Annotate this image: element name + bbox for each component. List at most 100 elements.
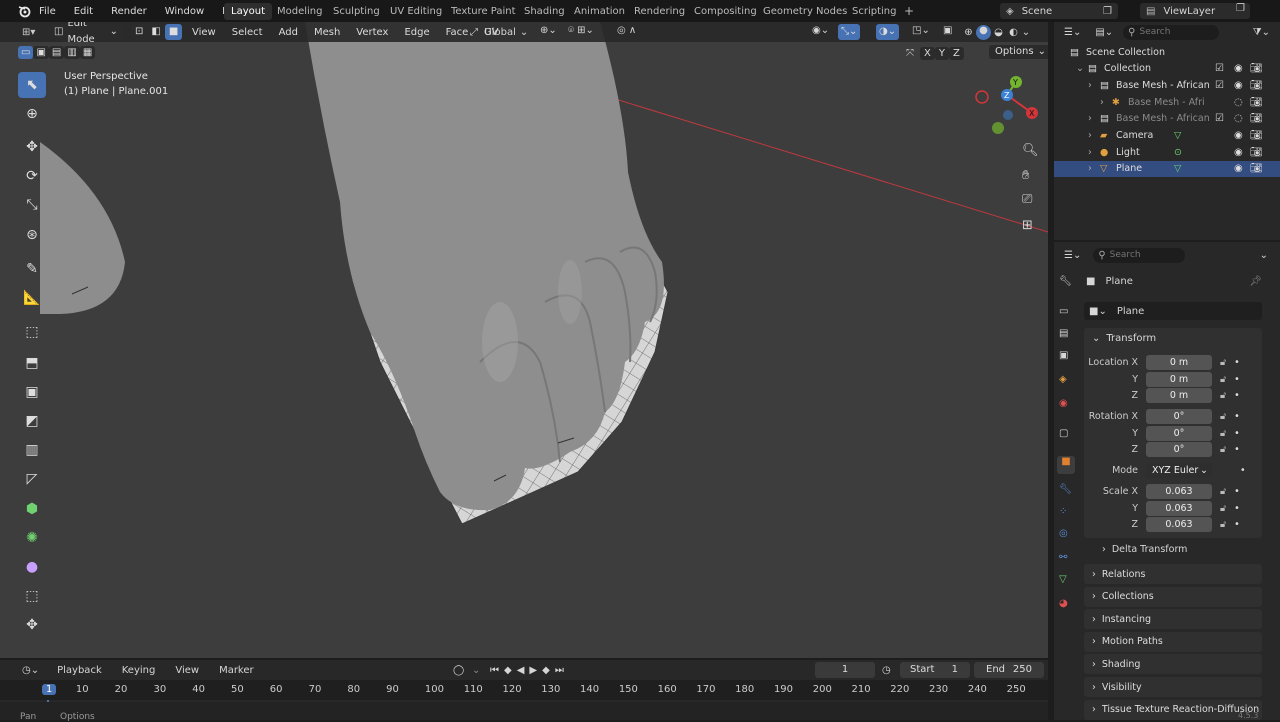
mode-selector[interactable]: ◫ Edit Mode ⌄: [48, 22, 124, 45]
editor-type-icon[interactable]: ⊞▾: [22, 27, 35, 38]
vertex-select-icon[interactable]: ⊡: [131, 24, 148, 40]
transform-header[interactable]: ⌄ Transform: [1084, 328, 1262, 348]
tab-shading[interactable]: Shading: [517, 3, 572, 20]
current-frame-field[interactable]: 1: [815, 662, 875, 678]
object-data-icon[interactable]: ⊙: [1174, 147, 1182, 158]
render-camera-icon[interactable]: 📷︎: [1250, 147, 1263, 158]
overlays-toggle-icon[interactable]: ◑⌄: [876, 24, 900, 40]
select-extend-icon[interactable]: ▣: [33, 45, 49, 59]
scene-tab-icon[interactable]: ◈: [1059, 374, 1067, 385]
play-icon[interactable]: ▶: [529, 665, 537, 676]
disclosure-icon[interactable]: ›: [1088, 113, 1092, 124]
render-camera-icon[interactable]: 📷︎: [1250, 97, 1263, 108]
scale-z-field[interactable]: 0.063: [1146, 517, 1212, 532]
panel-relations[interactable]: › Relations: [1084, 564, 1262, 584]
cursor-tool[interactable]: ⊕: [18, 101, 46, 127]
render-camera-icon[interactable]: 📷︎: [1250, 163, 1263, 174]
outliner-row-base-mesh-african[interactable]: › ▤ Base Mesh - African ☑ ◉ 📷︎: [1054, 77, 1280, 93]
rotation-z-field[interactable]: 0°: [1146, 442, 1212, 457]
shrink-fatten-tool[interactable]: ✥: [18, 612, 46, 638]
editor-type-icon[interactable]: ☰⌄: [1064, 250, 1081, 261]
modifier-tab-icon[interactable]: 🔧︎: [1059, 484, 1072, 495]
disclosure-icon[interactable]: ›: [1088, 147, 1092, 158]
menu-view[interactable]: View: [184, 27, 224, 38]
timeline-menu-playback[interactable]: Playback: [57, 665, 102, 676]
add-workspace-button[interactable]: +: [897, 3, 921, 20]
display-mode-icon[interactable]: ▤⌄: [1095, 27, 1113, 38]
spin-tool[interactable]: ✺: [18, 525, 46, 551]
tab-uv-editing[interactable]: UV Editing: [383, 3, 449, 20]
outliner-row-scene-collection[interactable]: ▤ Scene Collection: [1054, 44, 1280, 60]
visibility-eye-icon[interactable]: ◉: [1234, 147, 1243, 158]
location-z-keyframe-icon[interactable]: •: [1234, 390, 1240, 401]
pan-hand-icon[interactable]: ✋︎: [1022, 168, 1029, 183]
outliner-search[interactable]: ⚲: [1123, 24, 1220, 40]
pivot-icon[interactable]: ⊕⌄: [540, 25, 557, 36]
outliner-row-plane[interactable]: › ▽ Plane ◉ 📷︎ ▽: [1054, 160, 1280, 177]
scale-tool[interactable]: ⤡: [18, 192, 46, 218]
view-layer-tab-icon[interactable]: ▣: [1059, 350, 1068, 361]
panel-visibility[interactable]: › Visibility: [1084, 677, 1262, 697]
disclosure-icon[interactable]: ›: [1088, 163, 1092, 174]
rotate-tool[interactable]: ⟳: [18, 163, 46, 189]
inset-tool[interactable]: ▣: [18, 379, 46, 405]
tab-compositing[interactable]: Compositing: [687, 3, 764, 20]
mesh-edit-overlay-icon[interactable]: ◳⌄: [912, 25, 930, 36]
location-x-keyframe-icon[interactable]: •: [1234, 357, 1240, 368]
visibility-eye-icon[interactable]: ◉: [1234, 63, 1243, 74]
playhead[interactable]: 1: [42, 684, 57, 695]
disclosure-icon[interactable]: ⌄: [1076, 63, 1084, 74]
scale-x-field[interactable]: 0.063: [1146, 484, 1212, 499]
add-cube-tool[interactable]: ⬚: [18, 319, 46, 345]
scale-x-lock-icon[interactable]: 🔓︎: [1220, 486, 1226, 497]
outliner-row-collection[interactable]: ⌄ ▤ Collection ☑ ◉ 📷︎: [1054, 61, 1280, 77]
tool-tab-icon[interactable]: 🔧︎: [1059, 276, 1072, 287]
collection-tab-icon[interactable]: ▢: [1059, 428, 1068, 439]
xray-icon[interactable]: ▣: [943, 25, 952, 36]
location-x-lock-icon[interactable]: 🔓︎: [1220, 357, 1226, 368]
start-frame-field[interactable]: Start 1: [900, 662, 970, 678]
tab-geometry-nodes[interactable]: Geometry Nodes: [756, 3, 854, 20]
tab-rendering[interactable]: Rendering: [627, 3, 692, 20]
rotation-mode-select[interactable]: XYZ Euler ⌄: [1146, 463, 1212, 478]
rotation-x-lock-icon[interactable]: 🔓︎: [1220, 411, 1226, 422]
tab-sculpting[interactable]: Sculpting: [326, 3, 387, 20]
select-intersect-icon[interactable]: ▦: [79, 45, 96, 59]
zoom-icon[interactable]: 🔍︎: [1022, 143, 1039, 158]
scene-copy-icon[interactable]: ❐: [1103, 6, 1112, 17]
jump-end-icon[interactable]: ⏭: [555, 665, 564, 676]
object-datablock[interactable]: ■⌄ Plane: [1084, 302, 1262, 320]
tab-texture-paint[interactable]: Texture Paint: [444, 3, 523, 20]
outliner-row-light[interactable]: › ● Light ◉ 📷︎ ⊙: [1054, 144, 1280, 160]
rotation-y-keyframe-icon[interactable]: •: [1234, 428, 1240, 439]
disclosure-icon[interactable]: ›: [1100, 97, 1104, 108]
tab-scripting[interactable]: Scripting: [845, 3, 903, 20]
render-camera-icon[interactable]: 📷︎: [1250, 80, 1263, 91]
select-box-tool[interactable]: ⬉: [18, 72, 46, 98]
location-y-field[interactable]: 0 m: [1146, 372, 1212, 387]
location-z-field[interactable]: 0 m: [1146, 388, 1212, 403]
outliner-row-camera[interactable]: › ▰ Camera ◉ 📷︎ ▽: [1054, 128, 1280, 144]
scale-x-keyframe-icon[interactable]: •: [1234, 486, 1240, 497]
menu-render[interactable]: Render: [102, 6, 156, 17]
face-select-icon[interactable]: ■: [164, 24, 183, 40]
timeline-menu-view[interactable]: View: [175, 665, 199, 676]
gizmo-toggle-icon[interactable]: ⤡⌄: [838, 24, 861, 40]
filter-icon[interactable]: ⧩⌄: [1253, 27, 1270, 38]
visibility-icon[interactable]: ◉⌄: [812, 25, 829, 36]
rotation-y-lock-icon[interactable]: 🔓︎: [1220, 428, 1226, 439]
visibility-eye-icon[interactable]: ◌: [1234, 113, 1243, 124]
bevel-tool[interactable]: ◩: [18, 408, 46, 434]
rotation-z-keyframe-icon[interactable]: •: [1234, 444, 1240, 455]
mirror-x-button[interactable]: X: [920, 46, 935, 60]
menu-vertex[interactable]: Vertex: [348, 27, 396, 38]
3d-viewport[interactable]: Y Z X ⊞▾ ◫ Edit Mode ⌄ ⊡ ◧ ■ View Select A…: [0, 22, 1048, 658]
location-y-keyframe-icon[interactable]: •: [1234, 374, 1240, 385]
chevron-down-icon[interactable]: ⌄: [1021, 27, 1031, 38]
location-y-lock-icon[interactable]: 🔓︎: [1220, 374, 1226, 385]
edge-select-icon[interactable]: ◧: [147, 24, 165, 40]
transform-orientation[interactable]: ⤢ Global ⌄: [470, 24, 528, 40]
scale-z-keyframe-icon[interactable]: •: [1234, 519, 1240, 530]
world-tab-icon[interactable]: ◉: [1059, 398, 1068, 409]
timeline-menu-marker[interactable]: Marker: [219, 665, 254, 676]
